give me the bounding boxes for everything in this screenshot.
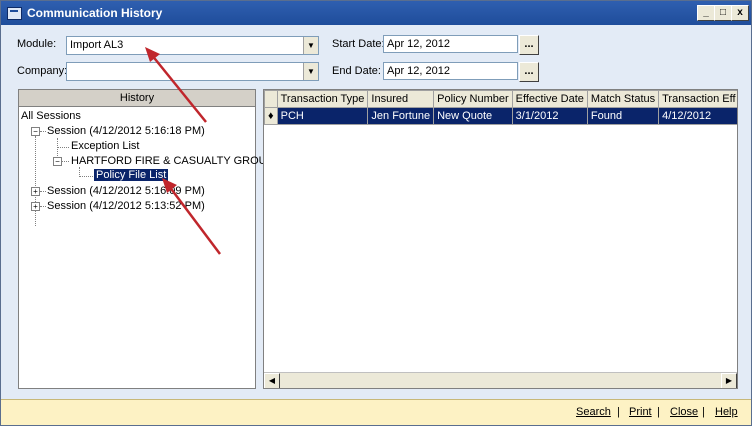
annotation-arrows <box>145 47 221 255</box>
arrowhead-icon <box>145 47 160 62</box>
annotation-arrow-policy <box>168 185 221 255</box>
communication-history-window: Communication History _ □ x Module: Impo… <box>0 0 752 426</box>
arrowhead-icon <box>162 178 177 193</box>
annotation-arrow-module <box>150 53 207 123</box>
